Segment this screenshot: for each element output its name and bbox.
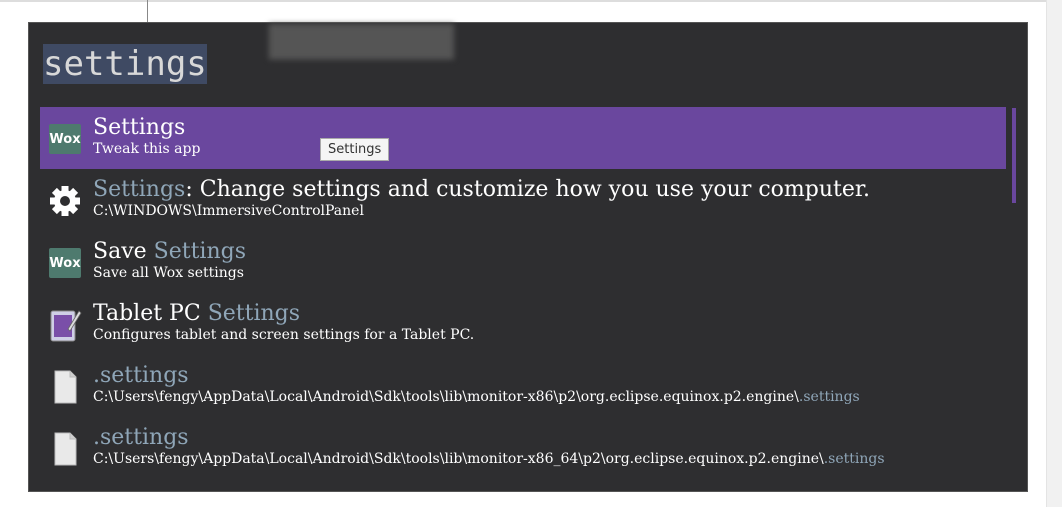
result-item[interactable]: Wox Save Settings Save all Wox settings [40,231,1006,293]
query-text: settings [43,44,207,84]
file-icon [47,431,83,467]
result-title-text: Save [93,239,154,264]
result-subtitle: Configures tablet and screen settings fo… [93,326,474,344]
result-item[interactable]: .settings C:\Users\fengy\AppData\Local\A… [40,355,1006,417]
background-scrollbar[interactable] [1046,0,1062,507]
result-title-highlight: .settings [93,425,189,450]
result-title: Save Settings [93,239,246,265]
background-divider [147,0,148,22]
result-title: Tablet PC Settings [93,301,300,327]
result-title-highlight: Settings [153,239,246,264]
result-item[interactable]: .settings C:\Users\fengy\AppData\Local\A… [40,417,1006,479]
result-subtitle-highlight: .settings [798,389,860,405]
result-title-highlight: .settings [93,363,189,388]
result-title: Settings [93,115,185,141]
result-subtitle-highlight: .settings [823,451,885,467]
wox-icon-label: Wox [49,124,81,154]
result-title-text: : Change settings and customize how you … [185,177,870,202]
gear-icon [47,183,83,219]
search-input[interactable]: settings [41,43,209,85]
wox-icon: Wox [47,121,83,157]
wox-launcher-window: ████████ settings Wox Settings Tweak thi… [28,22,1028,492]
result-subtitle-text: C:\WINDOWS\ImmersiveControlPanel [93,203,364,219]
wox-icon-label: Wox [49,248,81,278]
result-subtitle: C:\WINDOWS\ImmersiveControlPanel [93,202,364,220]
result-title-highlight: Settings [207,301,301,326]
result-subtitle: Save all Wox settings [93,264,244,282]
result-subtitle-text: Tweak this app [93,141,201,157]
result-subtitle-text: Configures tablet and screen settings fo… [93,327,475,343]
tooltip: Settings [320,138,390,161]
result-item[interactable]: Wox Settings Tweak this app [40,107,1006,169]
result-item[interactable]: Tablet PC Settings Configures tablet and… [40,293,1006,355]
background-blurred-text: ████████ [269,25,454,60]
result-subtitle: C:\Users\fengy\AppData\Local\Android\Sdk… [93,450,885,468]
result-title: Settings: Change settings and customize … [93,177,870,203]
result-subtitle: Tweak this app [93,140,200,158]
result-item[interactable]: Settings: Change settings and customize … [40,169,1006,231]
results-scrollbar-thumb[interactable] [1012,108,1016,203]
result-title-highlight: Settings [93,177,186,202]
result-title: .settings [93,425,189,451]
result-subtitle-text: C:\Users\fengy\AppData\Local\Android\Sdk… [93,451,824,467]
result-subtitle: C:\Users\fengy\AppData\Local\Android\Sdk… [93,388,860,406]
file-icon [47,369,83,405]
result-title: .settings [93,363,189,389]
result-subtitle-text: C:\Users\fengy\AppData\Local\Android\Sdk… [93,389,799,405]
background-top-bar [0,0,1062,2]
tablet-pc-icon [47,307,83,343]
result-title-text: Settings [93,115,186,140]
wox-icon: Wox [47,245,83,281]
results-list: Wox Settings Tweak this app Settings: Ch… [40,107,1006,479]
result-subtitle-text: Save all Wox settings [93,265,244,281]
result-title-text: Tablet PC [93,301,208,326]
